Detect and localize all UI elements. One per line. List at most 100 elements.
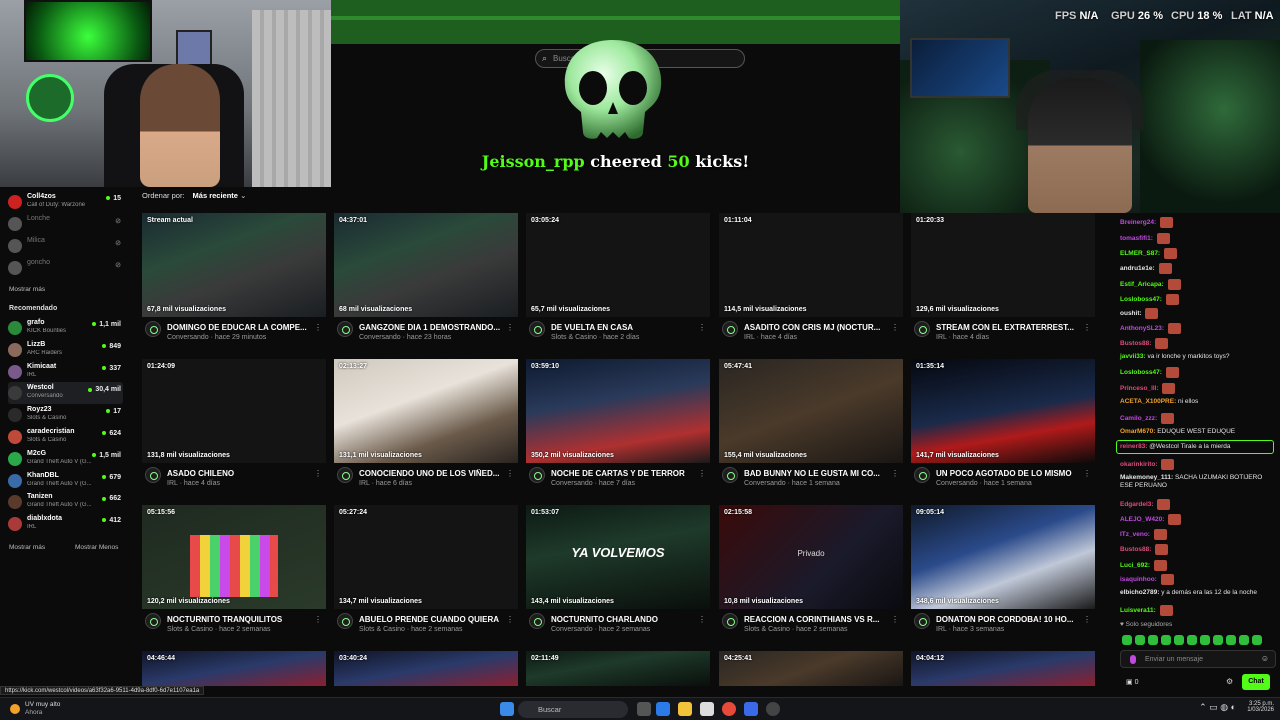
- start-icon[interactable]: [500, 702, 514, 716]
- chat-username[interactable]: Bustos88:: [1120, 340, 1151, 347]
- chat-username[interactable]: Luisvera11:: [1120, 607, 1156, 614]
- video-card[interactable]: 05:47:41 155,4 mil visualizaciones BAD BUN…: [719, 359, 903, 494]
- sidebar-item-m2cg[interactable]: M2cG Grand Theft Auto V (G... 1,5 mil: [8, 448, 123, 470]
- chat-username[interactable]: Luci_692:: [1120, 562, 1150, 569]
- more-options-icon[interactable]: ⋮: [891, 615, 899, 624]
- more-options-icon[interactable]: ⋮: [1083, 615, 1091, 624]
- channel-avatar[interactable]: [914, 321, 930, 337]
- more-options-icon[interactable]: ⋮: [1083, 323, 1091, 332]
- video-title[interactable]: ABUELO PRENDE CUANDO QUIERA: [359, 615, 507, 624]
- sidebar-item-lonche[interactable]: Lonche ⊘: [8, 213, 123, 235]
- chat-username[interactable]: Camilo_zzz:: [1120, 415, 1157, 422]
- emote-bar[interactable]: [1122, 632, 1272, 645]
- video-card[interactable]: 01:20:33 129,6 mil visualizaciones STREAM …: [911, 213, 1095, 348]
- chat-username[interactable]: isaquinhoo:: [1120, 576, 1157, 583]
- chat-message-input[interactable]: Enviar un mensaje ☺: [1120, 650, 1276, 668]
- video-card[interactable]: 03:59:10 350,2 mil visualizaciones NOCHE D…: [526, 359, 710, 494]
- video-card[interactable]: 05:15:56 120,2 mil visualizaciones NOCTURN…: [142, 505, 326, 640]
- video-title[interactable]: GANGZONE DIA 1 DEMOSTRANDO...: [359, 323, 507, 332]
- video-thumbnail[interactable]: 05:27:24 134,7 mil visualizaciones: [334, 505, 518, 609]
- video-card[interactable]: 02:13:27 131,1 mil visualizaciones CONOCIE…: [334, 359, 518, 494]
- video-card[interactable]: 01:53:07 YA VOLVEMOS 143,4 mil visualizaci…: [526, 505, 710, 640]
- video-title[interactable]: DOMINGO DE EDUCAR LA COMPE...: [167, 323, 315, 332]
- more-options-icon[interactable]: ⋮: [698, 469, 706, 478]
- video-thumbnail[interactable]: 09:05:14 348,6 mil visualizaciones: [911, 505, 1095, 609]
- video-thumbnail[interactable]: 05:15:56 120,2 mil visualizaciones: [142, 505, 326, 609]
- video-thumbnail[interactable]: 02:11:49: [526, 651, 710, 686]
- video-title[interactable]: ASADITO CON CRIS MJ (NOCTUR...: [744, 323, 892, 332]
- chat-username[interactable]: tomasfifi1:: [1120, 235, 1153, 242]
- video-card[interactable]: 03:05:24 65,7 mil visualizaciones DE VUELT…: [526, 213, 710, 348]
- video-thumbnail[interactable]: 01:11:04 114,5 mil visualizaciones: [719, 213, 903, 317]
- sidebar-item-westcol[interactable]: Westcol Conversando 30,4 mil: [8, 382, 123, 405]
- video-thumbnail[interactable]: 01:35:14 141,7 mil visualizaciones: [911, 359, 1095, 463]
- video-title[interactable]: NOCTURNITO TRANQUILITOS: [167, 615, 315, 624]
- more-options-icon[interactable]: ⋮: [506, 615, 514, 624]
- chat-username[interactable]: Breinerg24:: [1120, 219, 1156, 226]
- sidebar-item-kimicaat[interactable]: Kimicaat IRL 337: [8, 361, 123, 383]
- chat-username[interactable]: ITz_veno:: [1120, 531, 1150, 538]
- video-title[interactable]: BAD BUNNY NO LE GUSTA MI CO...: [744, 469, 892, 478]
- chat-username[interactable]: Makemoney_111:: [1120, 474, 1173, 481]
- video-title[interactable]: ASADO CHILENO: [167, 469, 315, 478]
- folder-icon[interactable]: [678, 702, 692, 716]
- channel-avatar[interactable]: [145, 613, 161, 629]
- sidebar-item-caradecristian[interactable]: caradecristian Slots & Casino 624: [8, 426, 123, 448]
- task-view-icon[interactable]: [637, 702, 651, 716]
- video-thumbnail[interactable]: 04:37:01 68 mil visualizaciones: [334, 213, 518, 317]
- video-title[interactable]: NOCHE DE CARTAS Y DE TERROR: [551, 469, 699, 478]
- video-title[interactable]: DE VUELTA EN CASA: [551, 323, 699, 332]
- video-thumbnail[interactable]: 03:40:24: [334, 651, 518, 686]
- video-card[interactable]: 04:37:01 68 mil visualizaciones GANGZONE D…: [334, 213, 518, 348]
- video-title[interactable]: REACCION A CORINTHIANS VS R...: [744, 615, 892, 624]
- video-card[interactable]: 05:27:24 134,7 mil visualizaciones ABUELO …: [334, 505, 518, 640]
- sidebar-item-milica[interactable]: Milica ⊘: [8, 235, 123, 257]
- channel-avatar[interactable]: [145, 467, 161, 483]
- video-thumbnail[interactable]: 02:15:58 Privado 10,8 mil visualizaciones: [719, 505, 903, 609]
- video-title[interactable]: CONOCIENDO UNO DE LOS VIÑED...: [359, 469, 507, 478]
- video-card[interactable]: 01:35:14 141,7 mil visualizaciones UN POCO…: [911, 359, 1095, 494]
- sidebar-item-lizzb[interactable]: LizzB ARC Raiders 849: [8, 339, 123, 361]
- emoji-icon[interactable]: ☺: [1261, 654, 1269, 663]
- chat-username[interactable]: javvii33:: [1120, 353, 1146, 360]
- channel-avatar[interactable]: [337, 613, 353, 629]
- chat-username[interactable]: Edgardel3:: [1120, 501, 1154, 508]
- chat-username[interactable]: ELMER_S87:: [1120, 250, 1160, 257]
- chat-username[interactable]: OmarM670:: [1120, 428, 1155, 435]
- chat-username[interactable]: okarinkirito:: [1120, 461, 1158, 468]
- video-card[interactable]: 02:11:49: [526, 651, 710, 686]
- sort-control[interactable]: Ordenar por: Más reciente ⌄: [142, 191, 246, 200]
- more-options-icon[interactable]: ⋮: [506, 469, 514, 478]
- video-title[interactable]: NOCTURNITO CHARLANDO: [551, 615, 699, 624]
- chat-username[interactable]: elbicho2789:: [1120, 589, 1159, 596]
- video-card[interactable]: 04:25:41: [719, 651, 903, 686]
- channel-avatar[interactable]: [914, 467, 930, 483]
- more-options-icon[interactable]: ⋮: [698, 615, 706, 624]
- more-options-icon[interactable]: ⋮: [891, 469, 899, 478]
- sidebar-item-tanizen[interactable]: Tanizen Grand Theft Auto V (G... 662: [8, 491, 123, 513]
- channel-avatar[interactable]: [722, 467, 738, 483]
- channel-avatar[interactable]: [529, 321, 545, 337]
- video-title[interactable]: STREAM CON EL EXTRATERREST...: [936, 323, 1084, 332]
- more-options-icon[interactable]: ⋮: [506, 323, 514, 332]
- taskbar-search[interactable]: Buscar: [518, 701, 628, 718]
- video-thumbnail[interactable]: 04:04:12: [911, 651, 1095, 686]
- sidebar-item-coll4zos[interactable]: Coll4zos Call of Duty: Warzone 15: [8, 191, 123, 213]
- more-options-icon[interactable]: ⋮: [314, 323, 322, 332]
- video-thumbnail[interactable]: 04:46:44: [142, 651, 326, 686]
- channel-avatar[interactable]: [529, 613, 545, 629]
- channel-avatar[interactable]: [914, 613, 930, 629]
- video-card[interactable]: 01:24:09 131,8 mil visualizaciones ASADO C…: [142, 359, 326, 494]
- chat-username[interactable]: Estif_Aricapa:: [1120, 281, 1164, 288]
- channel-avatar[interactable]: [529, 467, 545, 483]
- video-thumbnail[interactable]: Stream actual 67,8 mil visualizaciones: [142, 213, 326, 317]
- video-title[interactable]: DONATON POR CORDOBA! 10 HO...: [936, 615, 1084, 624]
- video-card[interactable]: Stream actual 67,8 mil visualizaciones DOM…: [142, 213, 326, 348]
- channel-avatar[interactable]: [337, 321, 353, 337]
- show-more-recommended[interactable]: Mostrar más: [9, 544, 45, 551]
- chat-username[interactable]: Losloboss47:: [1120, 369, 1162, 376]
- more-options-icon[interactable]: ⋮: [698, 323, 706, 332]
- channel-avatar[interactable]: [337, 467, 353, 483]
- chat-username[interactable]: Princeso_lll:: [1120, 385, 1159, 392]
- video-thumbnail[interactable]: 01:24:09 131,8 mil visualizaciones: [142, 359, 326, 463]
